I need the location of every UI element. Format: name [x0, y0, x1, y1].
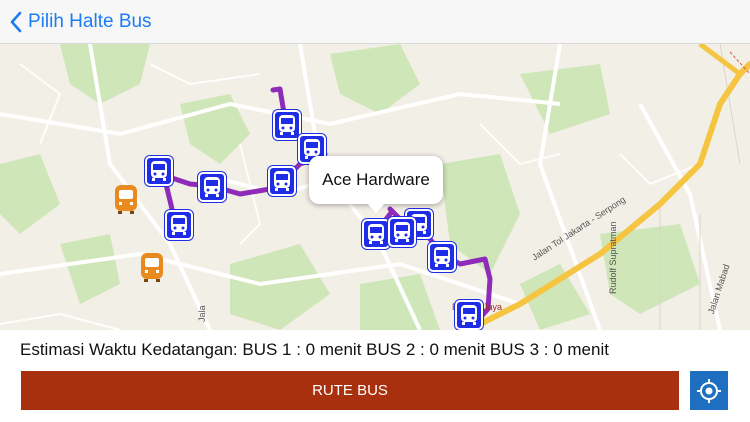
bus-vehicle-icon[interactable] [112, 184, 140, 214]
route-bus-button[interactable]: RUTE BUS [21, 371, 679, 410]
bus-stop-icon[interactable] [165, 210, 193, 240]
route-bus-label: RUTE BUS [312, 382, 388, 399]
locate-icon [697, 378, 721, 403]
bus-stop-icon[interactable] [428, 242, 456, 272]
place-callout[interactable]: Ace Hardware [309, 156, 443, 213]
bus-stop-icon[interactable] [273, 110, 301, 140]
chevron-left-icon [10, 11, 22, 33]
eta-text: Estimasi Waktu Kedatangan: BUS 1 : 0 men… [20, 340, 609, 359]
bus-stop-icon[interactable] [145, 156, 173, 186]
bus-stop-icon[interactable] [455, 300, 483, 330]
road-label-jala: Jala [197, 305, 207, 322]
bus-stop-icon[interactable] [198, 172, 226, 202]
nav-bar: Pilih Halte Bus [0, 0, 750, 44]
map-view[interactable]: Jalan Tol Jakarta - Serpong Rudolf Supra… [0, 44, 750, 330]
bus-vehicle-icon[interactable] [138, 252, 166, 282]
bus-stop-icon[interactable] [362, 219, 390, 249]
back-button[interactable]: Pilih Halte Bus [10, 9, 152, 35]
bus-stop-icon[interactable] [388, 217, 416, 247]
bus-stop-icon[interactable] [268, 166, 296, 196]
locate-button[interactable] [690, 371, 728, 410]
callout-label: Ace Hardware [322, 170, 430, 189]
back-label: Pilih Halte Bus [28, 11, 152, 32]
road-label-rudolf: Rudolf Supratman [608, 221, 618, 294]
